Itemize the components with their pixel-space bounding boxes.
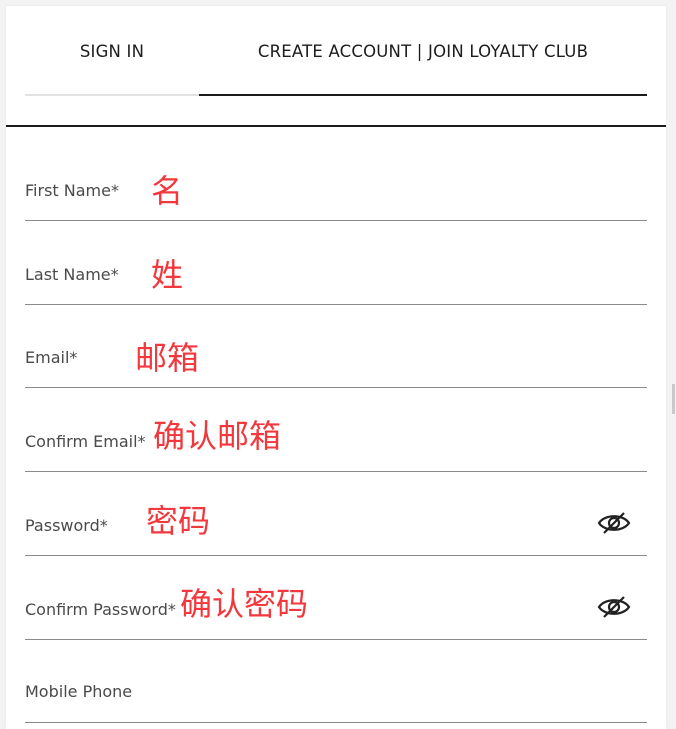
last-name-field[interactable]: Last Name* 姓 (25, 220, 647, 305)
confirm-password-label: Confirm Password* (25, 600, 176, 619)
tab-sign-in-label: SIGN IN (79, 42, 145, 61)
email-field[interactable]: Email* 邮箱 (25, 303, 647, 388)
tabs-divider (6, 125, 666, 127)
first-name-label: First Name* (25, 181, 119, 200)
confirm-password-field[interactable]: Confirm Password* 确认密码 (25, 555, 647, 640)
confirm-email-label: Confirm Email* (25, 432, 146, 451)
email-annotation: 邮箱 (135, 339, 200, 377)
mobile-phone-field[interactable]: Mobile Phone (25, 638, 647, 723)
last-name-label: Last Name* (25, 265, 119, 284)
confirm-password-annotation: 确认密码 (180, 585, 309, 623)
scroll-edge-indicator (672, 384, 675, 414)
eye-slash-icon[interactable] (597, 595, 631, 619)
tab-sign-in[interactable]: SIGN IN (25, 6, 199, 96)
tab-create-account-label: CREATE ACCOUNT | JOIN LOYALTY CLUB (257, 42, 589, 61)
eye-slash-icon[interactable] (597, 511, 631, 535)
mobile-phone-label: Mobile Phone (25, 682, 133, 701)
confirm-email-field[interactable]: Confirm Email* 确认邮箱 (25, 387, 647, 472)
tab-create-account[interactable]: CREATE ACCOUNT | JOIN LOYALTY CLUB (199, 6, 647, 96)
first-name-field[interactable]: First Name* 名 (25, 136, 647, 221)
password-label: Password* (25, 516, 108, 535)
first-name-annotation: 名 (151, 172, 184, 210)
last-name-annotation: 姓 (151, 256, 184, 294)
email-label: Email* (25, 348, 78, 367)
auth-tabs: SIGN IN CREATE ACCOUNT | JOIN LOYALTY CL… (25, 6, 647, 96)
confirm-email-annotation: 确认邮箱 (153, 417, 282, 455)
password-field[interactable]: Password* 密码 (25, 471, 647, 556)
signup-panel: SIGN IN CREATE ACCOUNT | JOIN LOYALTY CL… (6, 6, 666, 729)
password-annotation: 密码 (146, 502, 211, 540)
